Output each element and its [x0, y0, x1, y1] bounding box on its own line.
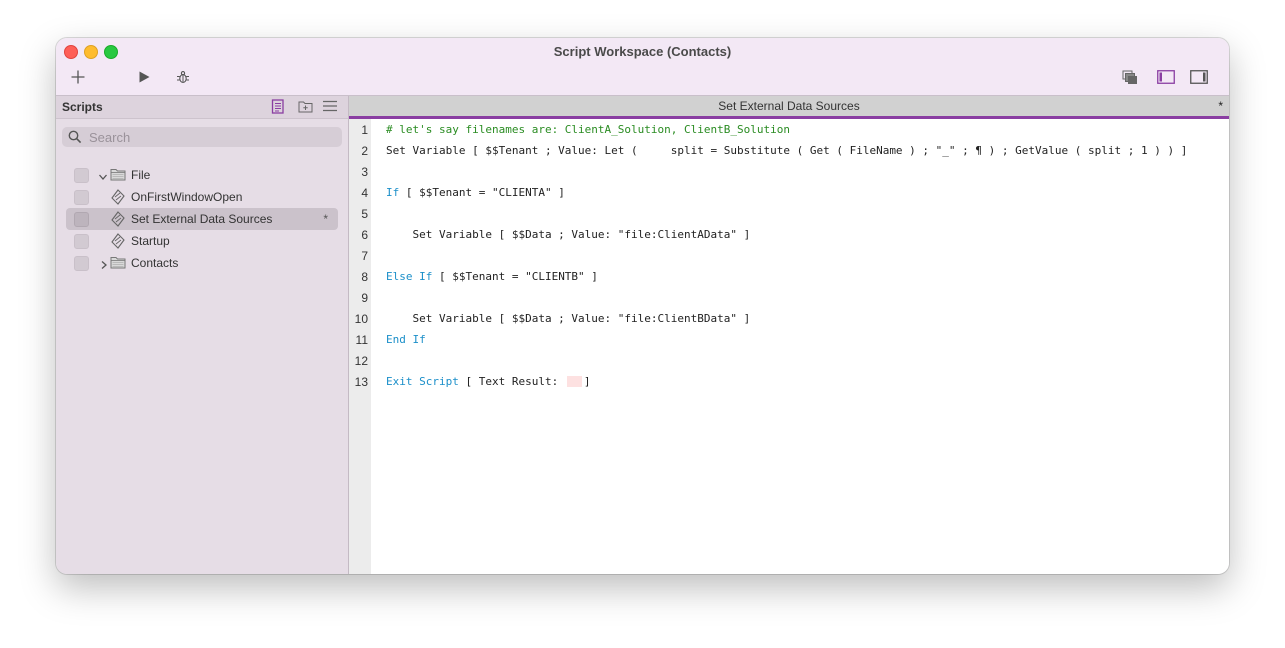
title-bar: Script Workspace (Contacts): [56, 38, 1229, 96]
window-stack-icon[interactable]: [1121, 69, 1139, 85]
step-keyword: End If: [386, 333, 426, 346]
line-number: 7: [361, 249, 368, 263]
script-step-line[interactable]: 12: [349, 351, 1229, 372]
chevron-right-icon[interactable]: [99, 257, 109, 275]
line-number: 2: [361, 144, 368, 158]
script-step-line[interactable]: 7: [349, 246, 1229, 267]
search-icon: [68, 130, 82, 149]
script-step-line[interactable]: 8 Else If [ $$Tenant = "CLIENTB" ]: [349, 267, 1229, 288]
step-text-end: ]: [583, 375, 591, 388]
bug-icon[interactable]: [175, 69, 191, 85]
line-number: 3: [361, 165, 368, 179]
modified-marker: *: [323, 212, 328, 226]
scripts-sidebar: Scripts Search File OnFirstWindowOpen Se…: [56, 96, 349, 574]
sidebar-item-label: File: [131, 168, 151, 182]
script-step-line[interactable]: 5: [349, 204, 1229, 225]
script-tab-title: Set External Data Sources: [718, 99, 860, 113]
script-step-line[interactable]: 6 Set Variable [ $$Data ; Value: "file:C…: [349, 225, 1229, 246]
modified-marker: *: [1218, 99, 1223, 113]
script-icon: [111, 211, 125, 232]
play-icon[interactable]: [136, 69, 152, 85]
include-checkbox[interactable]: [74, 212, 89, 227]
folder-row-file[interactable]: File: [66, 164, 338, 186]
line-number: 1: [361, 123, 368, 137]
sidebar-title: Scripts: [62, 100, 103, 114]
step-text: [ $$Tenant = "CLIENTB" ]: [432, 270, 598, 283]
line-number: 12: [354, 354, 368, 368]
empty-parameter-field[interactable]: [566, 376, 582, 387]
script-workspace-window: Script Workspace (Contacts) Scripts Sear…: [56, 38, 1229, 574]
sidebar-item-label: OnFirstWindowOpen: [131, 190, 243, 204]
script-step-line[interactable]: 9: [349, 288, 1229, 309]
folder-icon: [110, 255, 126, 274]
line-number: 5: [361, 207, 368, 221]
script-step-line[interactable]: 11 End If: [349, 330, 1229, 351]
folder-row-contacts[interactable]: Contacts: [66, 252, 338, 274]
sidebar-item-label: Startup: [131, 234, 170, 248]
script-step-line[interactable]: 10 Set Variable [ $$Data ; Value: "file:…: [349, 309, 1229, 330]
line-number: 6: [361, 228, 368, 242]
line-number: 4: [361, 186, 368, 200]
line-number: 11: [355, 333, 368, 347]
include-checkbox[interactable]: [74, 168, 89, 183]
right-panel-icon[interactable]: [1189, 69, 1209, 85]
step-keyword: If: [386, 186, 400, 199]
window-title: Script Workspace (Contacts): [553, 44, 732, 59]
comment-step: # let's say filenames are: ClientA_Solut…: [386, 123, 790, 136]
line-number: 13: [354, 375, 368, 389]
step-keyword: Else If: [386, 270, 433, 283]
script-step-line[interactable]: 13 Exit Script [ Text Result: ]: [349, 372, 1229, 393]
chevron-down-icon[interactable]: [98, 169, 108, 187]
script-step-line[interactable]: 4 If [ $$Tenant = "CLIENTA" ]: [349, 183, 1229, 204]
new-folder-icon[interactable]: [298, 99, 313, 118]
sidebar-header: Scripts: [56, 96, 348, 119]
script-tab-header[interactable]: Set External Data Sources *: [349, 96, 1229, 119]
script-editor: Set External Data Sources * 1 # let's sa…: [349, 96, 1229, 574]
step-text: Set Variable [ $$Data ; Value: "file:Cli…: [386, 312, 751, 325]
separator-icon[interactable]: [322, 99, 338, 118]
script-icon: [111, 233, 125, 254]
sidebar-item-label: Set External Data Sources: [131, 212, 273, 226]
step-text: Set Variable [ $$Data ; Value: "file:Cli…: [386, 228, 751, 241]
step-keyword: Exit Script: [386, 375, 459, 388]
script-row-set-external-data-sources[interactable]: Set External Data Sources *: [66, 208, 338, 230]
step-text: [ $$Tenant = "CLIENTA" ]: [399, 186, 565, 199]
script-step-line[interactable]: 3: [349, 162, 1229, 183]
script-step-line[interactable]: 1 # let's say filenames are: ClientA_Sol…: [349, 120, 1229, 141]
step-text: [ Text Result:: [458, 375, 565, 388]
script-step-line[interactable]: 2 Set Variable [ $$Tenant ; Value: Let (…: [349, 141, 1229, 162]
step-text: Set Variable [ $$Tenant ; Value: Let ( s…: [386, 144, 1188, 157]
include-checkbox[interactable]: [74, 190, 89, 205]
sidebar-item-label: Contacts: [131, 256, 179, 270]
step-code: If [ $$Tenant = "CLIENTA" ]: [386, 186, 565, 199]
step-code: Exit Script [ Text Result: ]: [386, 375, 590, 388]
line-number: 10: [354, 312, 368, 326]
include-checkbox[interactable]: [74, 234, 89, 249]
search-input[interactable]: [89, 127, 334, 147]
search-field[interactable]: [62, 127, 342, 147]
folder-icon: [110, 167, 126, 186]
line-number: 9: [361, 291, 368, 305]
script-row-startup[interactable]: Startup: [66, 230, 338, 252]
left-panel-icon[interactable]: [1156, 69, 1176, 85]
step-code: Else If [ $$Tenant = "CLIENTB" ]: [386, 270, 598, 283]
line-number: 8: [361, 270, 368, 284]
plus-icon[interactable]: [68, 68, 88, 86]
script-row-onfirstwindowopen[interactable]: OnFirstWindowOpen: [66, 186, 338, 208]
include-checkbox[interactable]: [74, 256, 89, 271]
new-script-icon[interactable]: [271, 99, 285, 119]
script-icon: [111, 189, 125, 210]
